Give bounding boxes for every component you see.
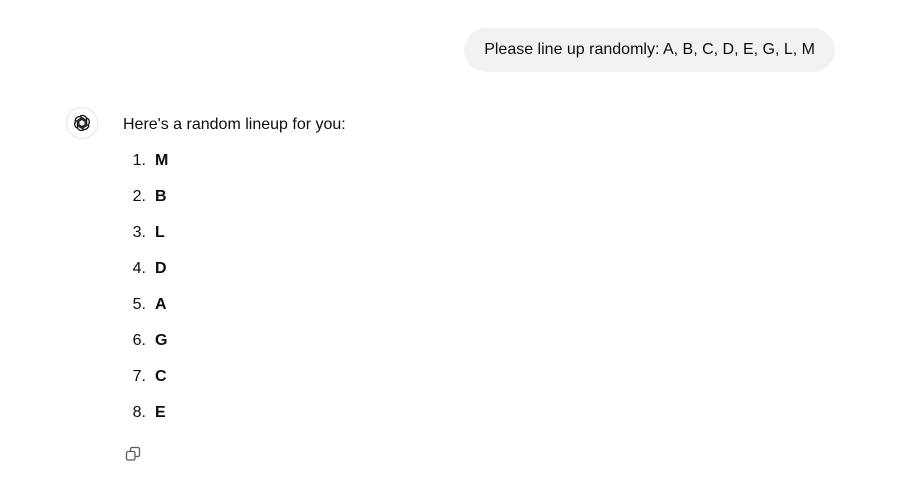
copy-icon xyxy=(125,446,141,461)
list-item-number: 7. xyxy=(132,368,146,385)
list-item: 7. C xyxy=(123,367,168,403)
assistant-intro-text: Here's a random lineup for you: xyxy=(123,116,346,133)
list-item-letter: M xyxy=(155,152,169,169)
copy-button[interactable] xyxy=(124,445,142,463)
list-item-letter: E xyxy=(155,404,166,421)
list-item-letter: A xyxy=(155,296,167,313)
list-item-letter: L xyxy=(155,224,165,241)
openai-logo-icon xyxy=(74,114,90,132)
list-item-letter: B xyxy=(155,188,167,205)
list-item-number: 4. xyxy=(132,260,146,277)
list-item: 2. B xyxy=(123,187,168,223)
list-item-number: 3. xyxy=(132,224,146,241)
list-item-number: 5. xyxy=(132,296,146,313)
list-item: 6. G xyxy=(123,331,168,367)
list-item-letter: C xyxy=(155,368,167,385)
list-item-letter: D xyxy=(155,260,167,277)
list-item-number: 1. xyxy=(132,152,146,169)
list-item-number: 8. xyxy=(132,404,146,421)
list-item: 8. E xyxy=(123,403,168,439)
list-item-number: 6. xyxy=(132,332,146,349)
list-item-number: 2. xyxy=(132,188,146,205)
user-message-text: Please line up randomly: A, B, C, D, E, … xyxy=(484,41,815,58)
assistant-avatar xyxy=(66,107,98,139)
lineup-list: 1. M 2. B 3. L 4. D 5. A 6. G 7. C 8. E xyxy=(123,151,169,439)
list-item: 4. D xyxy=(123,259,168,295)
list-item: 5. A xyxy=(123,295,168,331)
list-item-letter: G xyxy=(155,332,168,349)
list-item: 1. M xyxy=(123,151,169,187)
list-item: 3. L xyxy=(123,223,168,259)
user-message-bubble: Please line up randomly: A, B, C, D, E, … xyxy=(464,28,835,72)
